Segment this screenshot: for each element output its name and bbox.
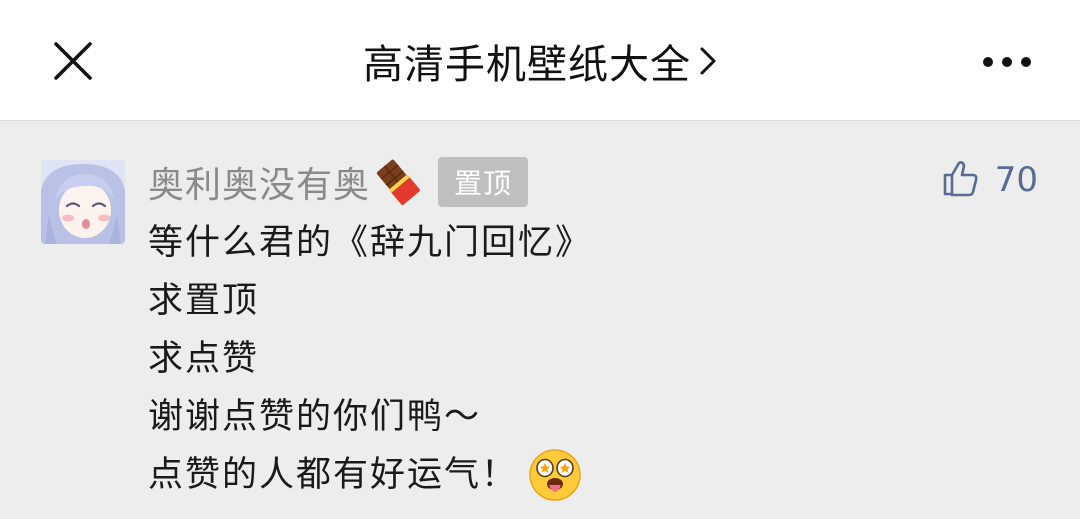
page-title-link[interactable]: 高清手机壁纸大全 (363, 32, 717, 90)
avatar[interactable] (41, 160, 125, 244)
comment-text: 等什么君的《辞九门回忆》 求置顶 求点赞 谢谢点赞的你们鸭～ 点赞的人都有好运气… (148, 214, 1028, 504)
comment-line-last: 点赞的人都有好运气！ (148, 446, 1028, 504)
comment-line: 谢谢点赞的你们鸭～ (148, 397, 482, 437)
comment-line: 求点赞 (148, 339, 260, 379)
chevron-right-icon (699, 45, 717, 77)
top-navigation-bar: 高清手机壁纸大全 (0, 0, 1080, 121)
page-title: 高清手机壁纸大全 (363, 41, 691, 88)
thumbs-up-icon (941, 158, 981, 202)
comment-line: 等什么君的《辞九门回忆》 (148, 223, 593, 263)
pinned-badge: 置顶 (438, 157, 529, 207)
like-count: 70 (994, 160, 1038, 200)
chocolate-bar-icon (374, 158, 422, 206)
more-horizontal-icon (982, 53, 1032, 72)
star-struck-tongue-emoji (528, 448, 582, 502)
username[interactable]: 奥利奥没有奥 (148, 156, 370, 208)
comment-line: 求置顶 (148, 281, 260, 321)
comment-line-text: 点赞的人都有好运气！ (148, 455, 519, 495)
title-container: 高清手机壁纸大全 (0, 0, 1080, 121)
like-button[interactable]: 70 (941, 156, 1038, 204)
more-options-button[interactable] (976, 42, 1038, 82)
comment-header: 奥利奥没有奥 置顶 (148, 154, 529, 210)
comment-item: 奥利奥没有奥 置顶 70 等什么君的《辞九门回忆》 求置顶 求点赞 谢谢点赞的你… (0, 121, 1080, 519)
